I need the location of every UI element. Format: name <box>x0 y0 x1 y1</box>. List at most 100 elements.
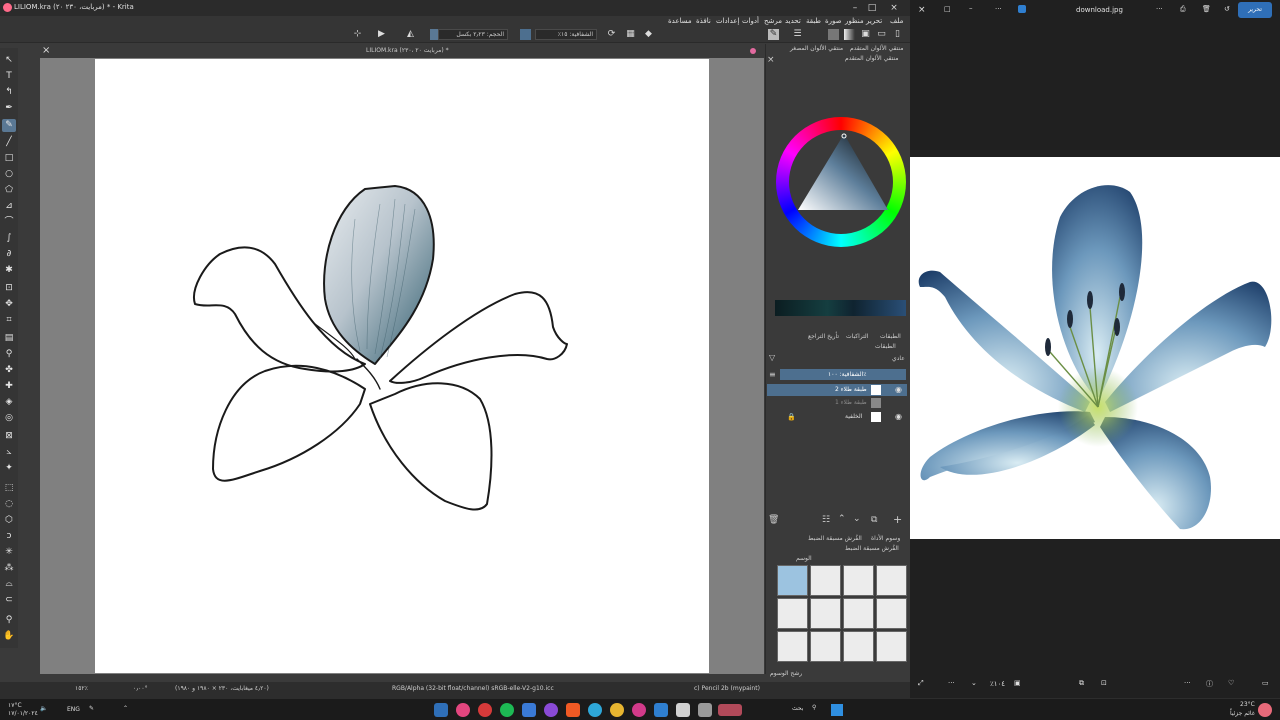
gradient-tool-icon[interactable]: ▤ <box>2 332 16 345</box>
weather-temp[interactable]: ١٧°C <box>8 702 22 709</box>
fill-tool-icon[interactable]: ◈ <box>2 396 16 409</box>
minimize-icon[interactable]: – <box>969 4 973 12</box>
freehand-brush-tool-icon[interactable]: ✎ <box>2 119 16 132</box>
add-layer-icon[interactable]: + <box>893 513 902 526</box>
brush-preset[interactable] <box>810 598 841 629</box>
fullscreen-icon[interactable]: ⤢ <box>918 679 924 688</box>
assistant-tool-icon[interactable]: ⊠ <box>2 430 16 443</box>
duplicate-layer-icon[interactable]: ⧉ <box>871 515 877 525</box>
close-icon[interactable]: × <box>918 5 926 15</box>
layer-row-active[interactable]: طبقة طلاء 2 ◉ <box>767 384 907 396</box>
menu-filter[interactable]: مرشح <box>764 17 782 25</box>
mirror-horizontal-icon[interactable]: ◭ <box>405 29 416 40</box>
taskbar-app-12[interactable] <box>676 703 690 717</box>
taskbar-app-3[interactable] <box>478 703 492 717</box>
more-options-icon[interactable]: ··· <box>995 5 1002 13</box>
similar-select-tool-icon[interactable]: ⁂ <box>2 562 16 575</box>
brush-preset[interactable] <box>843 565 874 596</box>
polygon-tool-icon[interactable]: ⬠ <box>2 184 16 197</box>
move-tool-icon[interactable]: ✥ <box>2 298 16 311</box>
show-hidden-icons-icon[interactable]: ⌃ <box>123 705 128 712</box>
brave-icon[interactable] <box>566 703 580 717</box>
transform-tool-icon[interactable]: ⊡ <box>2 282 16 295</box>
color-history-bar[interactable] <box>775 300 906 316</box>
taskbar-app-14[interactable] <box>718 704 742 716</box>
zoom-tool-icon[interactable]: ⚲ <box>2 614 16 627</box>
filter-icon[interactable]: ▽ <box>769 353 775 362</box>
vscode-icon[interactable] <box>654 703 668 717</box>
maximize-icon[interactable]: □ <box>862 1 882 15</box>
tab-layers[interactable]: الطبقات <box>880 333 901 340</box>
brush-preset[interactable] <box>876 598 907 629</box>
favorite-icon[interactable]: ♡ <box>1228 679 1234 687</box>
taskbar-app-5[interactable] <box>522 703 536 717</box>
blend-mode-select[interactable]: عادي <box>892 355 905 362</box>
edit-button[interactable]: تحرير <box>1238 2 1272 18</box>
delete-icon[interactable]: 🗑 <box>1202 5 1211 13</box>
brush-settings-icon[interactable]: ☰ <box>792 29 803 40</box>
brush-preset[interactable] <box>810 631 841 662</box>
brush-preset-icon[interactable]: ✎ <box>768 29 779 40</box>
print-icon[interactable]: ⎙ <box>1180 5 1186 14</box>
bezier-tool-icon[interactable]: ⌒ <box>2 216 16 229</box>
file-explorer-icon[interactable] <box>698 703 712 717</box>
rotate-icon[interactable]: ↺ <box>1224 5 1230 13</box>
brush-preset[interactable] <box>876 565 907 596</box>
zoom-dropdown-icon[interactable]: ⌄ <box>971 679 977 687</box>
krita-taskbar-icon[interactable] <box>632 703 646 717</box>
open-document-icon[interactable]: ▭ <box>876 29 887 40</box>
more-options-icon[interactable]: ··· <box>1184 679 1191 687</box>
alpha-lock-icon[interactable]: ▦ <box>625 29 636 40</box>
freehand-path-tool-icon[interactable]: ∫ <box>2 232 16 245</box>
text-tool-icon[interactable]: T <box>2 70 16 83</box>
ellipse-tool-icon[interactable]: ○ <box>2 168 16 181</box>
search-icon[interactable]: ⚲ <box>812 704 816 711</box>
menu-settings[interactable]: إعدادات <box>716 17 739 25</box>
layer-menu-icon[interactable]: ≡ <box>769 370 776 379</box>
ellipse-select-tool-icon[interactable]: ◌ <box>2 498 16 511</box>
pen-icon[interactable]: ✎ <box>89 705 94 712</box>
tab-advanced-color-selector[interactable]: منتقي الألوان المتقدم <box>850 45 903 52</box>
polyline-tool-icon[interactable]: ⊿ <box>2 200 16 213</box>
freehand-select-tool-icon[interactable]: ↄ <box>2 530 16 543</box>
move-layer-down-icon[interactable]: ⌄ <box>853 514 861 524</box>
close-document-icon[interactable]: × <box>42 45 50 56</box>
brush-preset-pencil-active[interactable] <box>777 565 808 596</box>
document-tab-title[interactable]: LILIOM.kra (۲۳۰، ۲۰ مربایت) * <box>366 47 449 54</box>
menu-help[interactable]: مساعدة <box>668 17 692 25</box>
more-options-icon[interactable]: ··· <box>1156 5 1163 13</box>
select-shape-tool-icon[interactable]: ↖ <box>2 54 16 67</box>
tab-mini-color-selector[interactable]: منتقي الألوان المصغر <box>790 45 843 52</box>
brush-preset[interactable] <box>876 631 907 662</box>
menu-layer[interactable]: طبقة <box>806 17 821 25</box>
layer-row-background[interactable]: الخلفية 🔒 ◉ <box>767 411 907 423</box>
search-box[interactable]: بحث <box>792 705 803 712</box>
tab-undo-history[interactable]: تأريخ التراجع <box>808 333 839 340</box>
zoom-level[interactable]: ٪١٠٤ <box>990 680 1005 688</box>
reload-icon[interactable]: ⟳ <box>606 29 617 40</box>
move-layer-up-icon[interactable]: ⌃ <box>838 514 846 524</box>
filmstrip-icon[interactable]: ▭ <box>1262 679 1269 687</box>
rect-select-tool-icon[interactable]: ⬚ <box>2 482 16 495</box>
bezier-select-tool-icon[interactable]: ⌓ <box>2 578 16 591</box>
delete-layer-icon[interactable]: 🗑 <box>768 515 779 525</box>
rotation-value[interactable]: ٠٫٠٠° <box>133 685 148 692</box>
menu-view[interactable]: منظور <box>845 17 864 25</box>
smart-patch-tool-icon[interactable]: ✚ <box>2 380 16 393</box>
opacity-field[interactable]: الشفافية: ١٥٪ <box>535 29 597 40</box>
language-indicator[interactable]: ENG <box>67 706 80 713</box>
tab-tool-tags[interactable]: وسوم الأداة <box>871 535 900 542</box>
menu-file[interactable]: ملف <box>890 17 903 25</box>
menu-image[interactable]: صورة <box>825 17 842 25</box>
compare-icon[interactable]: ⧉ <box>1079 679 1084 688</box>
fg-color-swatch[interactable] <box>430 29 438 40</box>
polygon-select-tool-icon[interactable]: ⬡ <box>2 514 16 527</box>
multibrush-tool-icon[interactable]: ✱ <box>2 264 16 277</box>
weather-icon[interactable] <box>1258 703 1272 717</box>
eye-icon[interactable]: ◉ <box>895 384 902 396</box>
start-icon[interactable] <box>831 704 843 716</box>
menu-window[interactable]: نافذة <box>696 17 711 25</box>
layer-row[interactable]: طبقة طلاء 1 <box>767 397 907 409</box>
color-picker-tool-icon[interactable]: ⚲ <box>2 348 16 361</box>
filter-tags-field[interactable]: رشح الوسوم <box>770 670 802 677</box>
